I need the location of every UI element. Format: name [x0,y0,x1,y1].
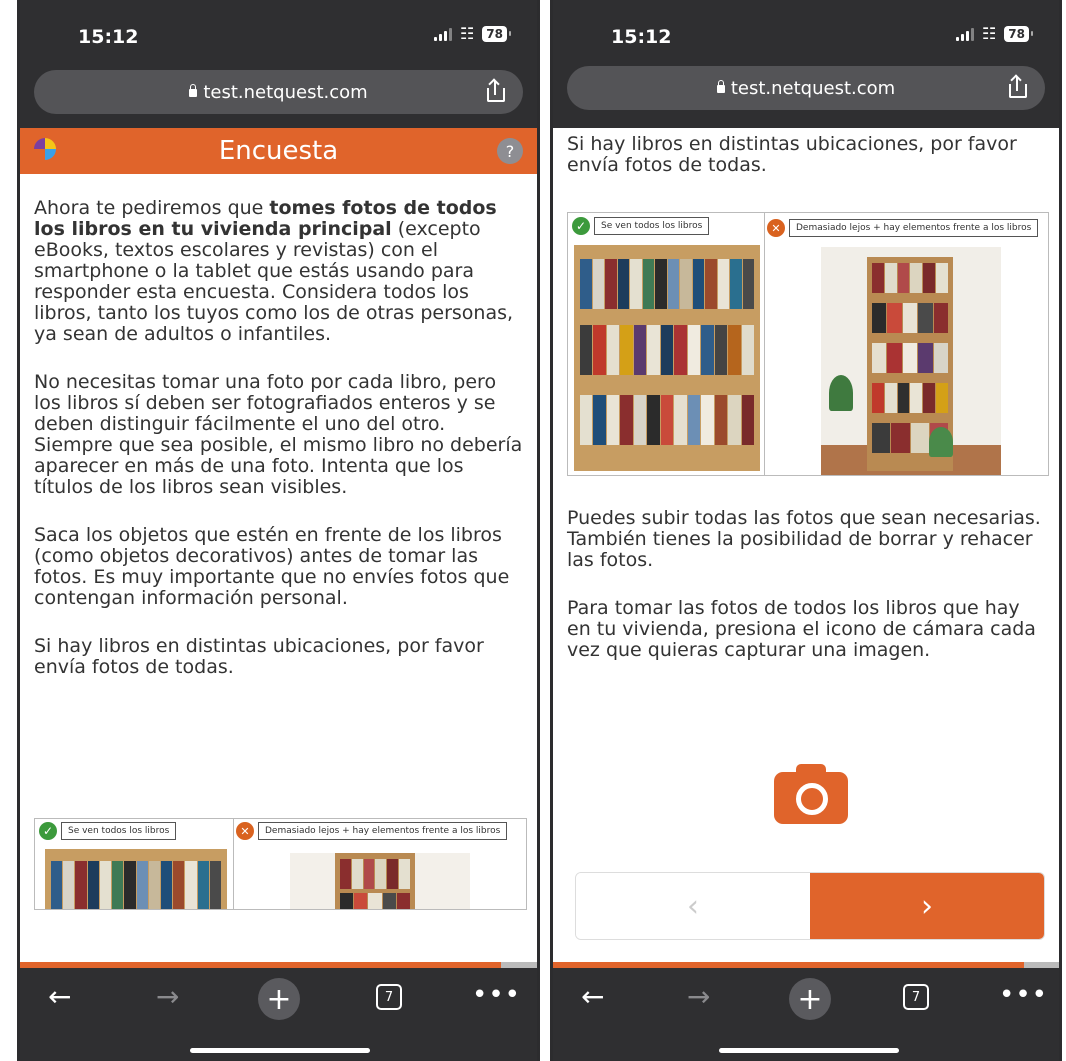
phone-screen-left: 15:12 ☷ 78 test.netquest.com Encuesta ? … [17,0,540,1061]
battery-icon: 78 [482,26,511,42]
distant-shelf-photo [290,853,470,909]
netquest-logo [34,138,56,160]
bad-example: ✕ Demasiado lejos + hay elementos frente… [234,819,526,909]
browser-bottom-bar: ← → + 7 ••• [553,968,1059,1061]
example-photos: ✓ Se ven todos los libros ✕ Demasiado le… [567,212,1049,476]
next-button[interactable]: › [810,873,1044,939]
distant-shelf-photo [821,247,1001,475]
help-button[interactable]: ? [497,138,523,164]
camera-icon[interactable] [774,764,848,824]
plant [829,375,853,411]
signal-icon [955,27,974,41]
share-icon[interactable] [1007,74,1027,98]
browser-top-bar: 15:12 ☷ 78 test.netquest.com [553,0,1059,128]
back-arrow-icon[interactable]: ← [581,980,604,1013]
tabs-icon[interactable]: 7 [376,984,402,1010]
good-example: ✓ Se ven todos los libros [35,819,234,909]
paragraph-intro: Ahora te pediremos que tomes fotos de to… [34,197,514,345]
forward-arrow-icon[interactable]: → [687,980,710,1013]
address-bar[interactable]: test.netquest.com [567,66,1045,110]
instructions-text: Puedes subir todas las fotos que sean ne… [567,508,1047,688]
paragraph-locations: Si hay libros en distintas ubicaciones, … [567,133,1017,176]
wifi-icon: ☷ [981,24,997,43]
plus-icon[interactable]: + [789,978,831,1020]
more-icon[interactable]: ••• [999,980,1048,1010]
paragraph-remove-objects: Saca los objetos que estén en frente de … [34,524,510,609]
back-arrow-icon[interactable]: ← [48,980,71,1013]
browser-bottom-bar: ← → + 7 ••• [20,968,537,1061]
home-indicator [190,1048,370,1053]
status-time: 15:12 [78,26,139,48]
cross-icon: ✕ [767,219,785,237]
plant [929,427,953,457]
paragraph-camera: Para tomar las fotos de todos los libros… [567,597,1036,661]
status-icons: ☷ 78 [433,24,511,43]
lock-icon [189,84,198,97]
instructions-text: Ahora te pediremos que tomes fotos de to… [34,198,525,705]
paragraph-upload: Puedes subir todas las fotos que sean ne… [567,507,1041,571]
forward-arrow-icon[interactable]: → [156,980,179,1013]
bad-example-label: Demasiado lejos + hay elementos frente a… [789,219,1039,237]
signal-icon [433,27,452,41]
battery-icon: 78 [1004,26,1033,42]
survey-header: Encuesta ? [20,128,537,174]
bad-example: ✕ Demasiado lejos + hay elementos frente… [765,213,1048,475]
browser-top-bar: 15:12 ☷ 78 test.netquest.com [20,0,537,128]
tabs-icon[interactable]: 7 [903,984,929,1010]
check-icon: ✓ [39,822,57,840]
good-example-label: Se ven todos los libros [61,822,177,840]
survey-title: Encuesta [218,136,339,166]
phone-screen-right: 15:12 ☷ 78 test.netquest.com Si hay libr… [550,0,1062,1061]
locations-text: Si hay libros en distintas ubicaciones, … [567,134,1047,203]
good-example: ✓ Se ven todos los libros [568,213,765,475]
paragraph-photo-rules: No necesitas tomar una foto por cada lib… [34,371,523,498]
bookshelf-photo [574,245,760,471]
more-icon[interactable]: ••• [472,980,521,1010]
previous-button[interactable]: ‹ [576,873,810,939]
cross-icon: ✕ [236,822,254,840]
bookshelf-photo [45,849,227,909]
bad-example-label: Demasiado lejos + hay elementos frente a… [258,822,508,840]
good-example-label: Se ven todos los libros [594,217,710,235]
status-time: 15:12 [611,26,672,48]
address-bar[interactable]: test.netquest.com [34,70,523,114]
example-photos: ✓ Se ven todos los libros ✕ Demasiado le… [34,818,527,910]
url-text: test.netquest.com [730,77,896,99]
plus-icon[interactable]: + [258,978,300,1020]
navigation-buttons: ‹ › [575,872,1045,940]
paragraph-locations: Si hay libros en distintas ubicaciones, … [34,635,484,678]
share-icon[interactable] [485,78,505,102]
status-icons: ☷ 78 [955,24,1033,43]
check-icon: ✓ [572,217,590,235]
lock-icon [716,80,725,93]
url-text: test.netquest.com [203,81,368,103]
home-indicator [719,1048,899,1053]
wifi-icon: ☷ [459,24,475,43]
